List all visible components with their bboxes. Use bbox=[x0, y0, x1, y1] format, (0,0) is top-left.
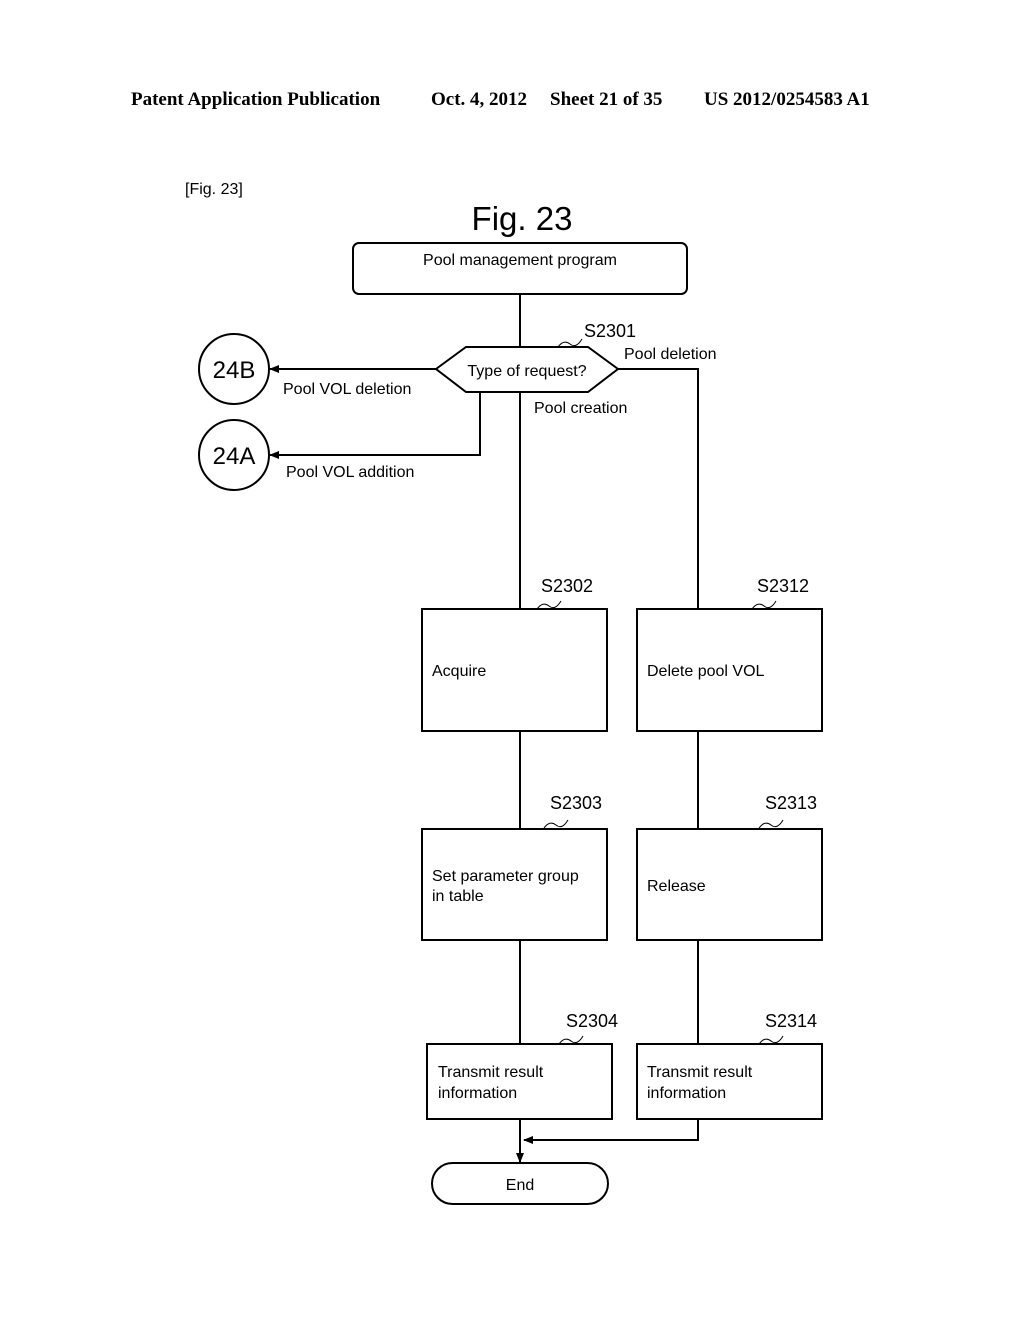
branch-pool-deletion-line bbox=[618, 368, 699, 610]
step-box-s2304 bbox=[426, 1043, 613, 1120]
connector-24a-label: 24A bbox=[213, 443, 256, 470]
step-text-s2312: Delete pool VOL bbox=[647, 663, 765, 680]
end-label: End bbox=[506, 1177, 534, 1194]
step-squiggle-icon bbox=[751, 600, 777, 610]
branch-label-pool-deletion: Pool deletion bbox=[624, 346, 717, 363]
branch-label-pool-vol-addition: Pool VOL addition bbox=[286, 464, 414, 481]
step-text-s2302: Acquire bbox=[432, 663, 486, 680]
step-box-s2314 bbox=[636, 1043, 823, 1120]
step-squiggle-icon bbox=[557, 338, 583, 348]
branch-label-pool-creation: Pool creation bbox=[534, 400, 627, 417]
step-squiggle-icon bbox=[758, 1035, 784, 1045]
step-squiggle-icon bbox=[758, 819, 784, 829]
connector-24b-label: 24B bbox=[213, 357, 256, 384]
step-label-s2314: S2314 bbox=[765, 1011, 817, 1031]
figure-title: Fig. 23 bbox=[472, 200, 573, 237]
step-text-s2304-line2: information bbox=[438, 1085, 517, 1102]
step-label-s2313: S2313 bbox=[765, 793, 817, 813]
figure-tag: [Fig. 23] bbox=[185, 181, 243, 198]
step-label-s2303: S2303 bbox=[550, 793, 602, 813]
step-label-s2302: S2302 bbox=[541, 576, 593, 596]
start-label: Pool management program bbox=[423, 252, 617, 269]
step-label-s2304: S2304 bbox=[566, 1011, 618, 1031]
branch-label-pool-vol-deletion: Pool VOL deletion bbox=[283, 381, 411, 398]
step-text-s2313: Release bbox=[647, 878, 706, 895]
step-label-s2301: S2301 bbox=[584, 321, 636, 341]
step-text-s2304-line1: Transmit result bbox=[438, 1064, 544, 1081]
step-text-s2303-line2: in table bbox=[432, 888, 484, 905]
step-squiggle-icon bbox=[543, 819, 569, 829]
flowchart: [Fig. 23] Fig. 23 Pool management progra… bbox=[185, 181, 823, 1205]
step-squiggle-icon bbox=[558, 1035, 584, 1045]
decision-label: Type of request? bbox=[467, 363, 586, 380]
step-text-s2314-line2: information bbox=[647, 1085, 726, 1102]
step-squiggle-icon bbox=[536, 600, 562, 610]
step-label-s2312: S2312 bbox=[757, 576, 809, 596]
step-text-s2314-line1: Transmit result bbox=[647, 1064, 753, 1081]
merge-arrow bbox=[523, 1119, 699, 1144]
step-text-s2303-line1: Set parameter group bbox=[432, 868, 579, 885]
branch-pool-vol-addition-arrow bbox=[269, 392, 481, 459]
